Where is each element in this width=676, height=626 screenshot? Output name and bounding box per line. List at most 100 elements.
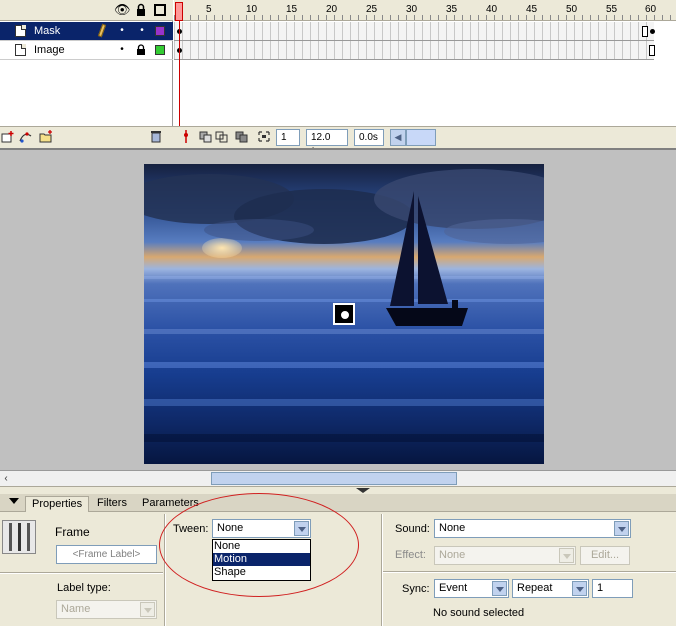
end-frame-marker[interactable] (642, 26, 648, 37)
ruler-ticks (174, 15, 676, 20)
sync-select[interactable]: Event (434, 579, 509, 598)
tween-dropdown-list[interactable]: None Motion Shape (212, 539, 311, 581)
edit-multiple-frames-icon[interactable] (234, 130, 250, 145)
water-reflection (144, 299, 544, 302)
timeline-scroll-thumb[interactable] (406, 129, 436, 146)
scroll-left-arrow-icon[interactable]: ‹ (0, 471, 12, 486)
water-reflection (144, 329, 544, 334)
frame-title: Frame (55, 525, 90, 539)
visibility-dot-icon[interactable]: • (117, 45, 127, 55)
layer-row-image[interactable]: Image • (0, 41, 173, 60)
repeat-select[interactable]: Repeat (512, 579, 589, 598)
scroll-left-arrow-icon[interactable]: ◀ (390, 129, 406, 146)
frame-row-mask[interactable] (174, 22, 655, 41)
outline-color-swatch[interactable] (155, 45, 165, 55)
ruler-label: 60 (645, 4, 657, 15)
ruler-label: 10 (246, 4, 258, 15)
tab-filters[interactable]: Filters (91, 496, 133, 512)
lock-icon[interactable] (136, 44, 146, 55)
delete-layer-trash-icon[interactable] (148, 130, 164, 145)
frame-rate-field[interactable]: 12.0 fps (306, 129, 348, 158)
layer-row-mask[interactable]: Mask • • (0, 22, 173, 41)
tab-properties[interactable]: Properties (25, 496, 90, 512)
end-frame-marker[interactable] (649, 45, 655, 56)
modify-onion-markers-icon[interactable] (256, 130, 272, 145)
ruler-label: 45 (526, 4, 538, 15)
sound-label: Sound: (395, 523, 430, 535)
layer-name: Mask (34, 25, 61, 37)
chevron-down-icon[interactable] (572, 581, 587, 596)
effect-label: Effect: (395, 549, 426, 561)
sound-value: None (439, 522, 466, 534)
layers-header: 👁 (0, 0, 173, 21)
tween-select[interactable]: None (212, 519, 311, 538)
chevron-down-icon (140, 602, 155, 617)
layer-icon (15, 44, 26, 56)
sound-select[interactable]: None (434, 519, 631, 538)
edit-button: Edit... (580, 546, 630, 565)
stage-sailboat-image[interactable] (144, 164, 544, 464)
onion-skin-outlines-icon[interactable] (214, 130, 230, 145)
properties-panel: Properties Filters Parameters Frame <Fra… (0, 494, 676, 626)
chevron-down-icon[interactable] (492, 581, 507, 596)
effect-value: None (439, 549, 466, 561)
elapsed-time-field: 0.0s (354, 129, 384, 146)
current-frame-field: 1 (276, 129, 300, 146)
chevron-down-icon[interactable] (294, 521, 309, 536)
ruler-label: 5 (206, 4, 212, 15)
frame-ruler[interactable]: 1 5 10 15 20 25 30 35 40 45 50 55 60 (174, 0, 676, 21)
outline-color-swatch[interactable] (155, 26, 165, 36)
onion-skin-icon[interactable] (198, 130, 214, 145)
playhead[interactable] (175, 2, 183, 21)
keyframe-marker[interactable] (650, 29, 655, 34)
tween-option-shape[interactable]: Shape (213, 566, 310, 579)
visibility-dot-icon[interactable]: • (117, 26, 127, 36)
outline-all-icon[interactable] (154, 4, 166, 16)
sync-label: Sync: (402, 583, 430, 595)
center-frame-icon[interactable] (178, 130, 194, 145)
playhead-line (179, 21, 180, 127)
divider (164, 514, 166, 626)
insert-layer-icon[interactable] (0, 130, 16, 145)
registration-point-marker[interactable] (333, 303, 355, 325)
stage-scroll-thumb[interactable] (211, 472, 457, 485)
layer-icon (15, 25, 26, 37)
tween-option-none[interactable]: None (213, 540, 310, 553)
frame-thumbnail-icon (2, 520, 36, 554)
water-reflection (144, 276, 544, 279)
add-motion-guide-icon[interactable] (18, 130, 34, 145)
tween-option-motion[interactable]: Motion (213, 553, 310, 566)
collapse-arrow-icon[interactable] (9, 498, 19, 504)
sound-status-text: No sound selected (433, 607, 525, 619)
timeline-footer: 1 12.0 fps 0.0s ◀ (0, 126, 676, 158)
effect-select: None (434, 546, 576, 565)
water-reflection (144, 434, 544, 442)
frame-label-input[interactable]: <Frame Label> (56, 545, 157, 564)
ruler-label: 35 (446, 4, 458, 15)
lock-all-icon[interactable] (134, 3, 148, 17)
stage-horizontal-scrollbar[interactable]: ‹ (0, 470, 676, 486)
chevron-down-icon[interactable] (614, 521, 629, 536)
sunset-glow (202, 238, 242, 258)
insert-layer-folder-icon[interactable] (38, 130, 54, 145)
water-reflection (144, 399, 544, 406)
label-type-value: Name (61, 603, 91, 615)
label-type-select: Name (56, 600, 157, 619)
panel-splitter[interactable] (0, 486, 676, 494)
ruler-label: 50 (566, 4, 578, 15)
repeat-count-input[interactable]: 1 (592, 579, 633, 598)
water-reflection (144, 362, 544, 368)
tab-parameters[interactable]: Parameters (136, 496, 205, 512)
ruler-label: 30 (406, 4, 418, 15)
pencil-icon (97, 23, 107, 38)
stage-area[interactable] (0, 148, 676, 470)
show-hide-all-eye-icon[interactable]: 👁 (114, 3, 131, 17)
panel-tab-bar: Properties Filters Parameters (0, 494, 676, 512)
ruler-label: 20 (326, 4, 338, 15)
frame-row-image[interactable] (174, 41, 655, 60)
repeat-value: Repeat (517, 582, 553, 594)
ruler-label: 15 (286, 4, 298, 15)
ruler-label: 25 (366, 4, 378, 15)
lock-dot-icon[interactable]: • (137, 26, 147, 36)
cloud (204, 219, 314, 241)
